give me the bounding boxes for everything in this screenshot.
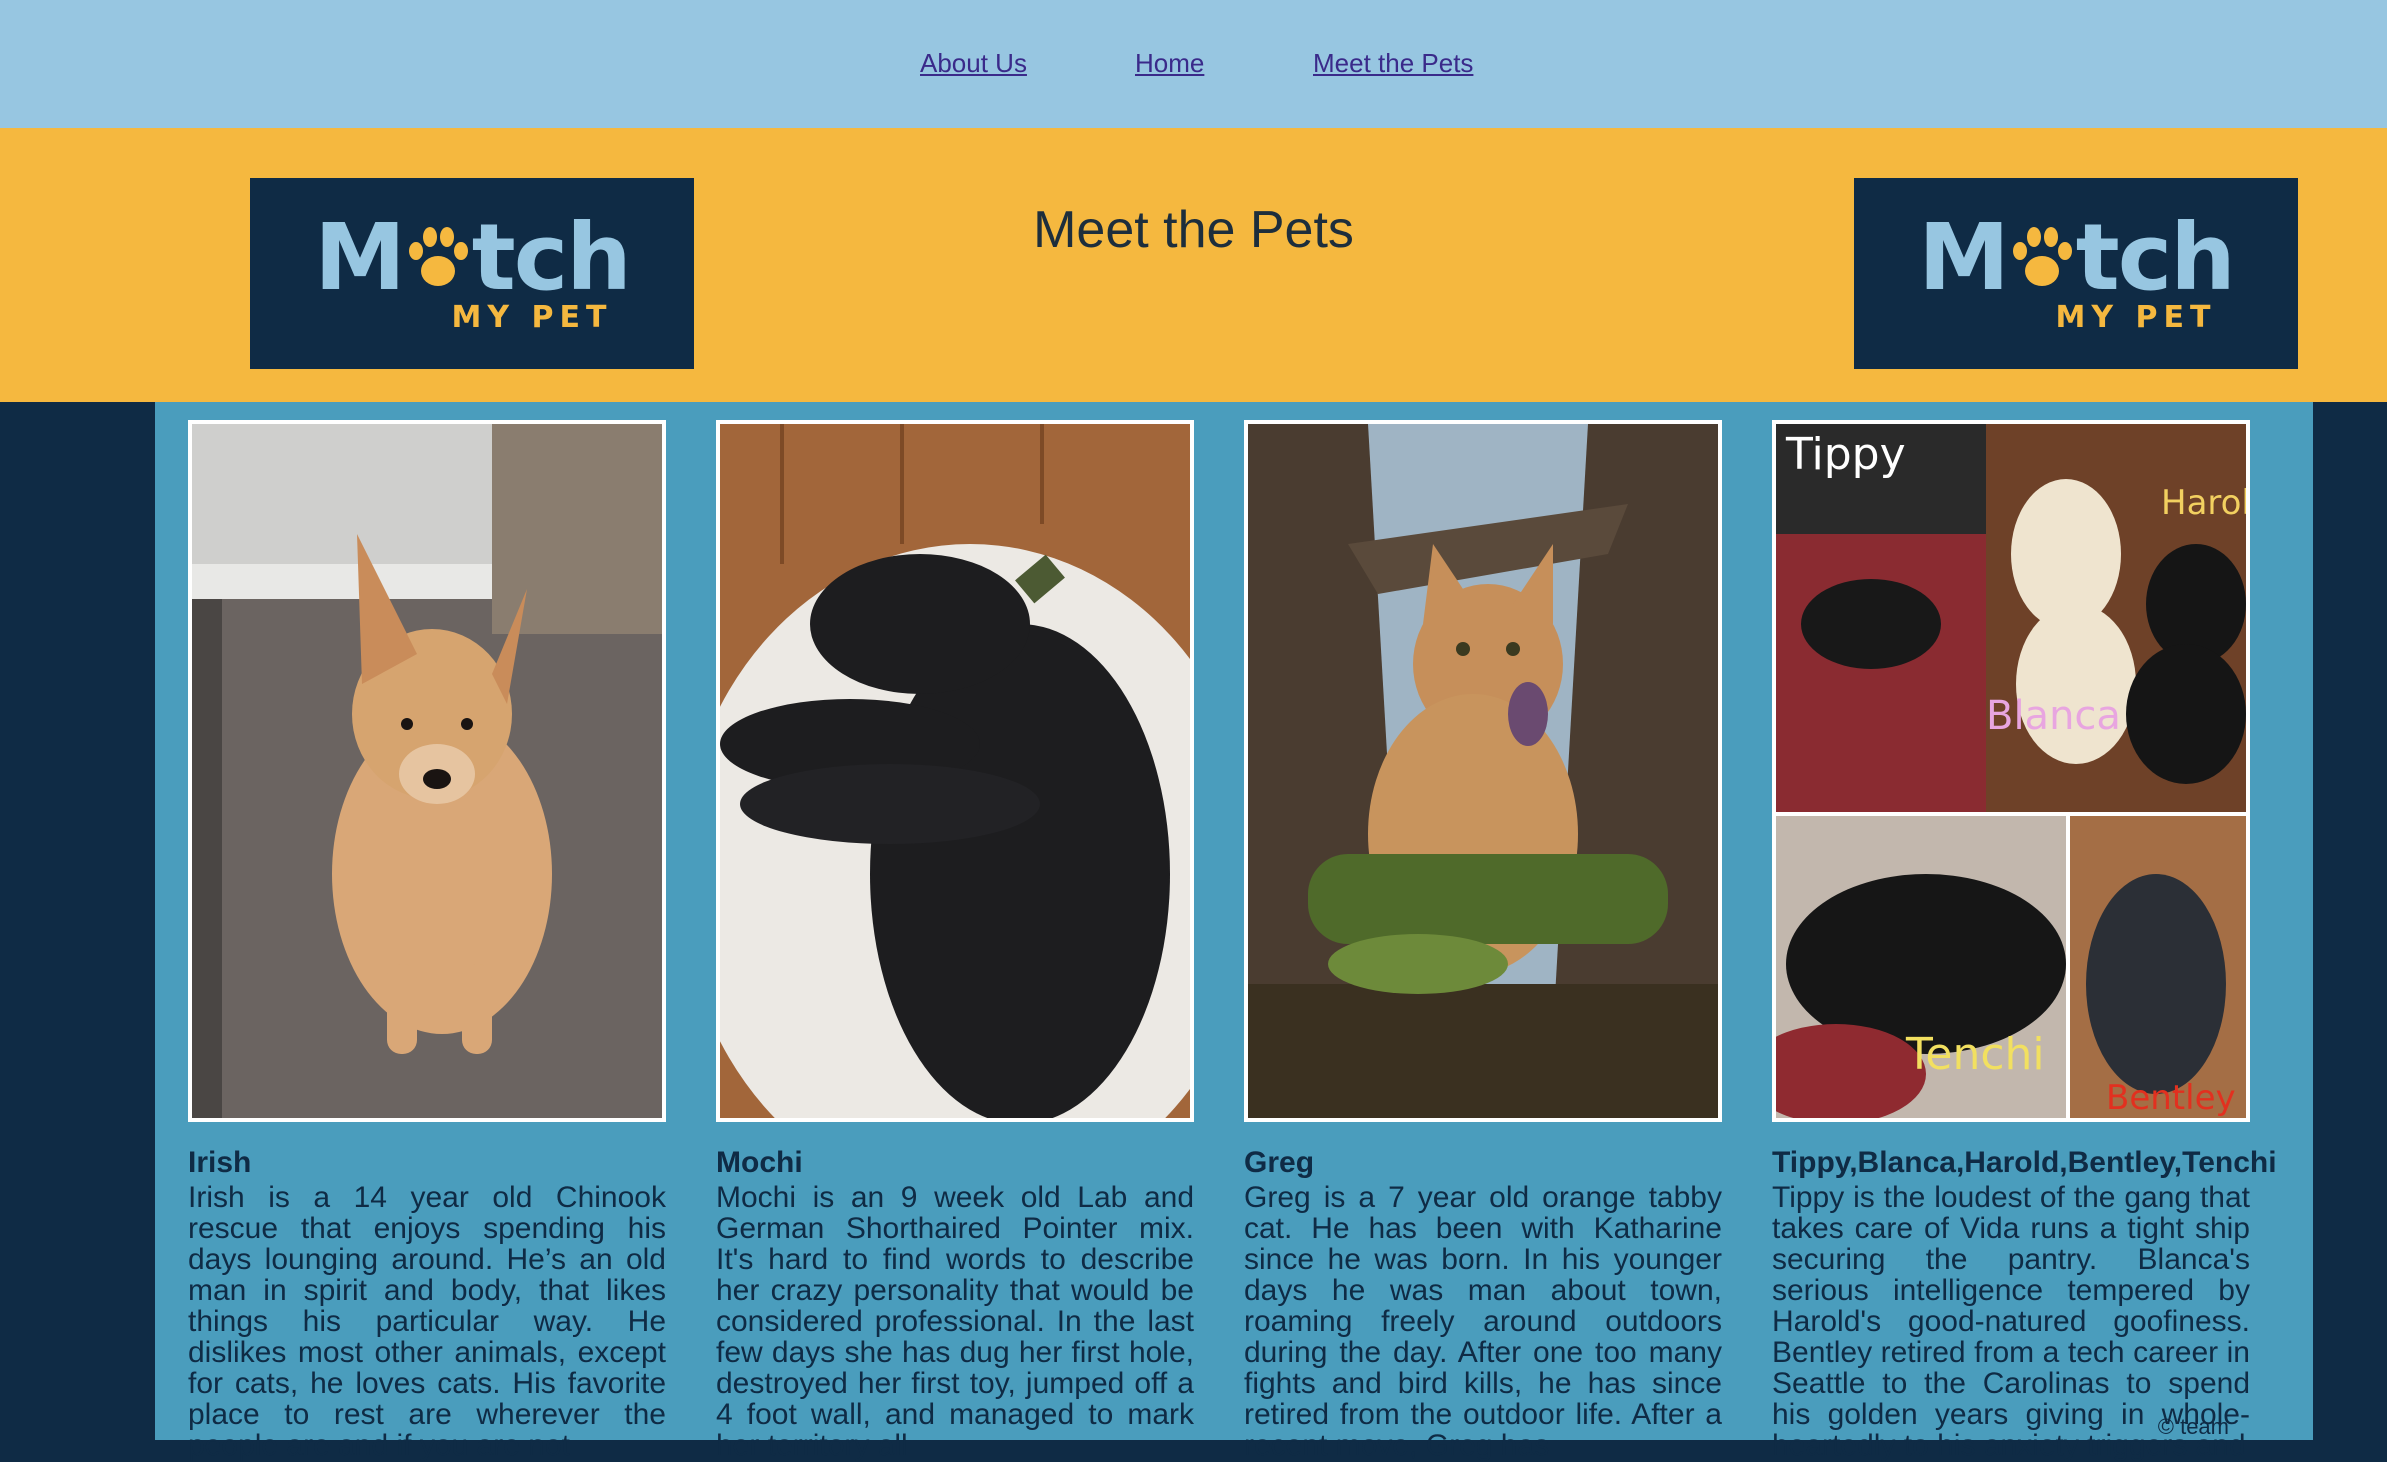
pet-name: Greg xyxy=(1244,1146,1315,1179)
logo-subtitle: MY PET xyxy=(2055,300,2217,335)
logo-right: M tch MY PET xyxy=(1854,178,2298,369)
cat-photo-illustration xyxy=(1248,424,1718,1118)
collage-label-bentley: Bentley xyxy=(2106,1078,2236,1118)
pet-card-group: Tippy Harold Blanca Tenchi Bentley Tippy… xyxy=(1772,420,2277,1461)
footer-copyright: © team xyxy=(2157,1414,2229,1439)
collage-label-tippy: Tippy xyxy=(1785,429,1906,480)
nav-link-about-us[interactable]: About Us xyxy=(920,48,1027,79)
pet-description: Mochi is an 9 week old Lab and German Sh… xyxy=(716,1181,1194,1462)
pet-description: Irish is a 14 year old Chinook rescue th… xyxy=(188,1181,666,1462)
pet-card-greg: Greg Greg is a 7 year old orange tabby c… xyxy=(1244,420,1722,1461)
pet-name: Mochi xyxy=(716,1146,803,1179)
puppy-photo-illustration xyxy=(720,424,1190,1118)
paw-icon xyxy=(2012,227,2072,286)
pet-photo-irish xyxy=(188,420,666,1122)
pet-name: Tippy,Blanca,Harold,Bentley,Tenchi xyxy=(1772,1146,2277,1179)
pet-card-irish: Irish Irish is a 14 year old Chinook res… xyxy=(188,420,666,1461)
logo-wordmark: M tch xyxy=(1918,204,2236,311)
logo-word-end: tch xyxy=(2075,204,2236,311)
logo-subtitle: MY PET xyxy=(451,300,613,335)
nav-link-meet-the-pets[interactable]: Meet the Pets xyxy=(1313,48,1473,79)
collage-label-harold: Harold xyxy=(2161,483,2246,523)
pet-description: Greg is a 7 year old orange tabby cat. H… xyxy=(1244,1181,1722,1462)
pet-photo-group: Tippy Harold Blanca Tenchi Bentley xyxy=(1772,420,2250,1122)
pet-card-mochi: Mochi Mochi is an 9 week old Lab and Ger… xyxy=(716,420,1194,1461)
dog-photo-illustration xyxy=(192,424,662,1118)
collage-label-blanca: Blanca xyxy=(1986,693,2121,739)
pets-grid: Irish Irish is a 14 year old Chinook res… xyxy=(155,402,2313,1461)
collage-label-tenchi: Tenchi xyxy=(1905,1029,2045,1080)
pet-photo-greg xyxy=(1244,420,1722,1122)
logo-word-start: M xyxy=(1918,204,2010,311)
nav-link-home[interactable]: Home xyxy=(1135,48,1204,79)
collage-photo-illustration: Tippy Harold Blanca Tenchi Bentley xyxy=(1776,424,2246,1118)
pet-photo-mochi xyxy=(716,420,1194,1122)
page-header: M tch MY PET Meet the Pets M tch MY PET xyxy=(0,128,2387,402)
pet-name: Irish xyxy=(188,1146,252,1179)
top-nav: About Us Home Meet the Pets xyxy=(0,0,2387,128)
